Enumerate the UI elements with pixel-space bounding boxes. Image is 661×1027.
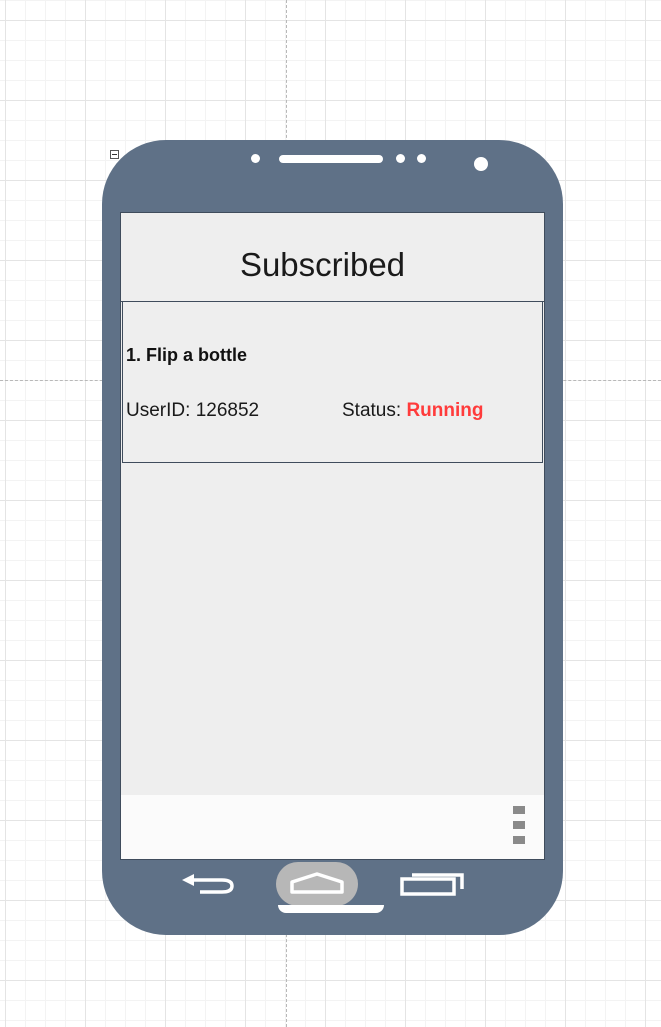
sensor-dot-icon (417, 154, 426, 163)
user-id-text: UserID: 126852 (126, 400, 259, 422)
page-title: Subscribed (239, 246, 406, 283)
recent-apps-icon[interactable] (400, 872, 466, 896)
bottom-action-bar (121, 795, 544, 859)
user-id-label: UserID: (126, 400, 191, 421)
home-button[interactable] (276, 862, 358, 906)
user-id-value: 126852 (195, 400, 260, 421)
home-icon (290, 872, 344, 894)
status-text: Status: Running (342, 400, 483, 422)
phone-frame: Subscribed 1. Flip a bottle UserID: 1268… (102, 140, 563, 935)
home-indicator (278, 905, 384, 913)
status-badge: Running (406, 400, 484, 421)
speaker-grille-icon (279, 155, 383, 163)
sensor-dot-icon (251, 154, 260, 163)
overflow-menu-icon[interactable] (513, 806, 525, 844)
sensor-dot-icon (396, 154, 405, 163)
list-item[interactable]: 1. Flip a bottle UserID: 126852 Status: … (122, 302, 543, 463)
item-title: 1. Flip a bottle (126, 345, 248, 365)
status-label: Status: (342, 400, 402, 421)
phone-screen: Subscribed 1. Flip a bottle UserID: 1268… (120, 212, 545, 860)
title-bar: Subscribed (121, 213, 544, 302)
back-arrow-icon[interactable] (178, 874, 238, 894)
collapse-toggle-icon[interactable] (110, 150, 119, 159)
front-camera-icon (474, 157, 488, 171)
